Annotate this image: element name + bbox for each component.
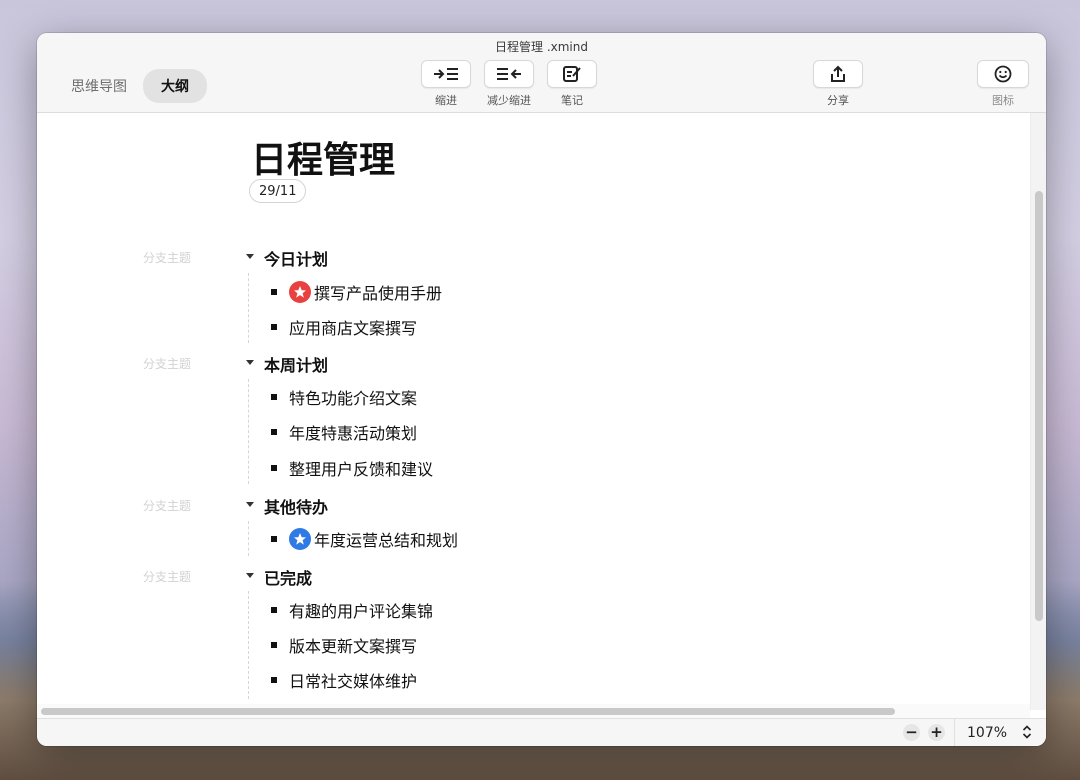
stepper-arrows-icon	[1022, 725, 1032, 739]
outline-canvas: 日程管理 29/11 分支主题 今日计划 撰写产品使用手册 应用商店文案撰写 分…	[37, 113, 1030, 710]
item-text: 版本更新文案撰写	[289, 637, 418, 656]
item-text: 应用商店文案撰写	[289, 319, 418, 338]
share-tool: 分享	[813, 60, 863, 108]
outdent-button[interactable]	[484, 60, 534, 88]
branch-hint: 分支主题	[143, 570, 192, 584]
branch-hint: 分支主题	[143, 357, 192, 371]
outdent-icon	[497, 68, 521, 80]
window-title: 日程管理 .xmind	[495, 40, 588, 54]
bullet	[271, 677, 277, 683]
branch-guide-line	[248, 591, 249, 699]
icon-label: 图标	[992, 94, 1014, 107]
item-text: 年度特惠活动策划	[289, 424, 418, 443]
list-item[interactable]: 年度特惠活动策划	[271, 421, 417, 443]
zoom-in-button[interactable]: +	[928, 724, 945, 741]
indent-button[interactable]	[421, 60, 471, 88]
share-label: 分享	[827, 94, 849, 107]
list-item[interactable]: 撰写产品使用手册	[271, 281, 442, 303]
blue-star-icon	[289, 528, 311, 550]
list-item[interactable]: 日常社交媒体维护	[271, 669, 417, 691]
list-item[interactable]: 版本更新文案撰写	[271, 634, 417, 656]
note-icon	[563, 66, 581, 82]
bullet	[271, 642, 277, 648]
bullet	[271, 429, 277, 435]
red-star-icon	[289, 281, 311, 303]
indent-tool: 缩进	[421, 60, 471, 108]
item-text: 年度运营总结和规划	[314, 531, 459, 550]
branch-guide-line	[248, 273, 249, 343]
outline-view-button[interactable]: 大纲	[143, 69, 207, 103]
title-bar: 日程管理 .xmind 思维导图 大纲 缩进 减少缩进 笔记 分享 图标	[37, 33, 1046, 113]
page-title: 日程管理	[251, 140, 396, 181]
status-bar: − + 107%	[37, 718, 1046, 746]
branch-title[interactable]: 已完成	[264, 565, 312, 589]
list-item[interactable]: 应用商店文案撰写	[271, 316, 417, 338]
collapse-caret-icon[interactable]	[245, 499, 255, 509]
collapse-caret-icon[interactable]	[245, 251, 255, 261]
icon-button[interactable]	[977, 60, 1029, 88]
item-text: 日常社交媒体维护	[289, 672, 418, 691]
horizontal-scroll-thumb[interactable]	[41, 708, 895, 715]
outdent-tool: 减少缩进	[484, 60, 534, 108]
bullet	[271, 465, 277, 471]
note-label: 笔记	[561, 94, 583, 107]
bullet	[271, 607, 277, 613]
list-item[interactable]: 特色功能介绍文案	[271, 386, 417, 408]
note-tool: 笔记	[547, 60, 597, 108]
view-switch: 思维导图 大纲	[61, 69, 213, 103]
app-window: 日程管理 .xmind 思维导图 大纲 缩进 减少缩进 笔记 分享 图标 日程管…	[37, 33, 1046, 746]
zoom-out-button[interactable]: −	[903, 724, 920, 741]
bullet	[271, 289, 277, 295]
indent-label: 缩进	[435, 94, 457, 107]
item-text: 整理用户反馈和建议	[289, 460, 434, 479]
branch-hint: 分支主题	[143, 499, 192, 513]
branch-title[interactable]: 今日计划	[264, 246, 328, 270]
bullet	[271, 324, 277, 330]
share-button[interactable]	[813, 60, 863, 88]
note-button[interactable]	[547, 60, 597, 88]
horizontal-scrollbar[interactable]	[37, 704, 1030, 718]
collapse-caret-icon[interactable]	[245, 357, 255, 367]
item-text: 特色功能介绍文案	[289, 389, 418, 408]
branch-title[interactable]: 其他待办	[264, 494, 328, 518]
zoom-value: 107%	[967, 724, 1008, 741]
icon-tool: 图标	[977, 60, 1029, 108]
indent-icon	[434, 68, 458, 80]
list-item[interactable]: 整理用户反馈和建议	[271, 457, 433, 479]
list-item[interactable]: 有趣的用户评论集锦	[271, 599, 433, 621]
item-text: 撰写产品使用手册	[314, 284, 443, 303]
bullet	[271, 394, 277, 400]
branch-title[interactable]: 本周计划	[264, 352, 328, 376]
smiley-icon	[994, 65, 1012, 83]
branch-hint: 分支主题	[143, 251, 192, 265]
vertical-scrollbar[interactable]	[1030, 113, 1046, 710]
item-text: 有趣的用户评论集锦	[289, 602, 434, 621]
bullet	[271, 536, 277, 542]
share-icon	[831, 65, 845, 82]
date-label[interactable]: 29/11	[249, 179, 307, 203]
mindmap-view-button[interactable]: 思维导图	[61, 69, 137, 103]
zoom-select[interactable]: 107%	[954, 719, 1046, 746]
vertical-scroll-thumb[interactable]	[1035, 191, 1043, 621]
collapse-caret-icon[interactable]	[245, 570, 255, 580]
outdent-label: 减少缩进	[487, 94, 531, 107]
list-item[interactable]: 年度运营总结和规划	[271, 528, 458, 550]
branch-guide-line	[248, 521, 249, 556]
branch-guide-line	[248, 379, 249, 484]
